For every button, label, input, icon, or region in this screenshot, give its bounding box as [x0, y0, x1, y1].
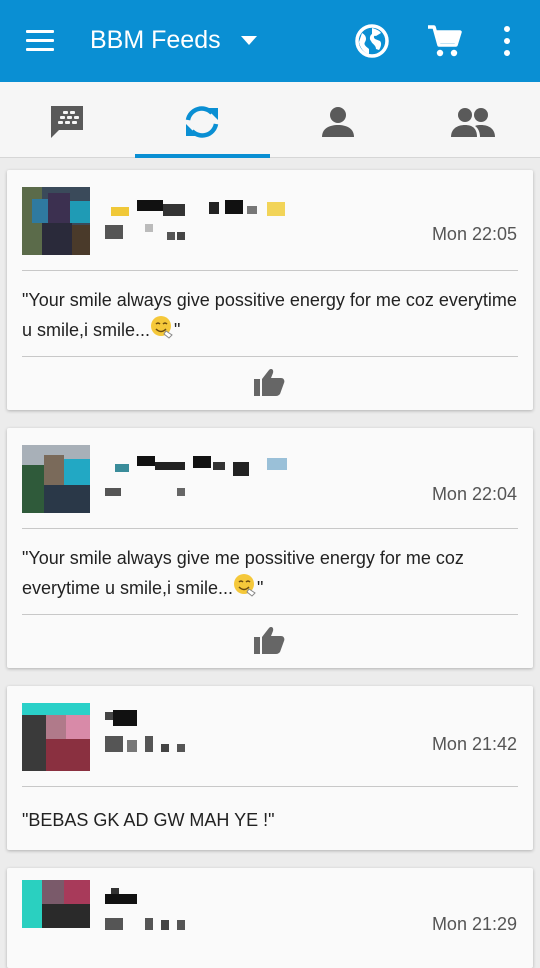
smiley-emoji-icon: [234, 574, 256, 597]
group-icon: [451, 108, 495, 137]
divider: [22, 270, 518, 271]
timestamp: Mon 22:05: [431, 224, 517, 244]
selected-tab-indicator: [135, 154, 270, 158]
like-icon[interactable]: [252, 625, 286, 655]
status-text: "Your smile always give me possitive ene…: [22, 544, 522, 603]
timestamp: Mon 21:29: [431, 914, 517, 934]
menu-icon[interactable]: [26, 28, 56, 54]
timestamp: Mon 21:42: [431, 734, 517, 754]
cart-icon[interactable]: [426, 23, 462, 59]
timestamp: Mon 22:04: [431, 484, 517, 504]
app-title[interactable]: BBM Feeds: [90, 26, 221, 55]
avatar[interactable]: [22, 703, 90, 771]
divider: [22, 356, 518, 357]
globe-icon[interactable]: [354, 23, 390, 59]
app-bar: BBM Feeds: [0, 0, 540, 82]
divider: [22, 786, 518, 787]
person-icon: [322, 107, 354, 137]
divider: [22, 614, 518, 615]
status-text: "Your smile always give possitive energy…: [22, 286, 522, 345]
tab-chats[interactable]: [0, 82, 135, 158]
status-quote: ": [174, 320, 181, 340]
avatar[interactable]: [22, 445, 90, 513]
smiley-emoji-icon: [151, 316, 173, 339]
tab-bar: [0, 82, 540, 158]
feed-card[interactable]: Mon 21:42 "BEBAS GK AD GW MAH YE !": [7, 686, 533, 850]
more-vert-icon[interactable]: [498, 24, 516, 58]
like-icon[interactable]: [252, 367, 286, 397]
caret-down-icon[interactable]: [241, 36, 257, 46]
refresh-icon: [185, 106, 219, 138]
bbm-chat-icon: [51, 106, 83, 138]
tab-contacts[interactable]: [270, 82, 405, 158]
feed-card[interactable]: Mon 22:05 "Your smile always give possit…: [7, 170, 533, 410]
status-quote: ": [257, 578, 264, 598]
divider: [22, 528, 518, 529]
avatar[interactable]: [22, 187, 90, 255]
feed-card[interactable]: Mon 21:29: [7, 868, 533, 968]
tab-groups[interactable]: [405, 82, 540, 158]
status-text: "BEBAS GK AD GW MAH YE !": [22, 810, 275, 830]
status-message: "Your smile always give possitive energy…: [22, 290, 517, 340]
feed-card[interactable]: Mon 22:04 "Your smile always give me pos…: [7, 428, 533, 668]
avatar[interactable]: [22, 880, 90, 928]
tab-feeds[interactable]: [135, 82, 270, 158]
